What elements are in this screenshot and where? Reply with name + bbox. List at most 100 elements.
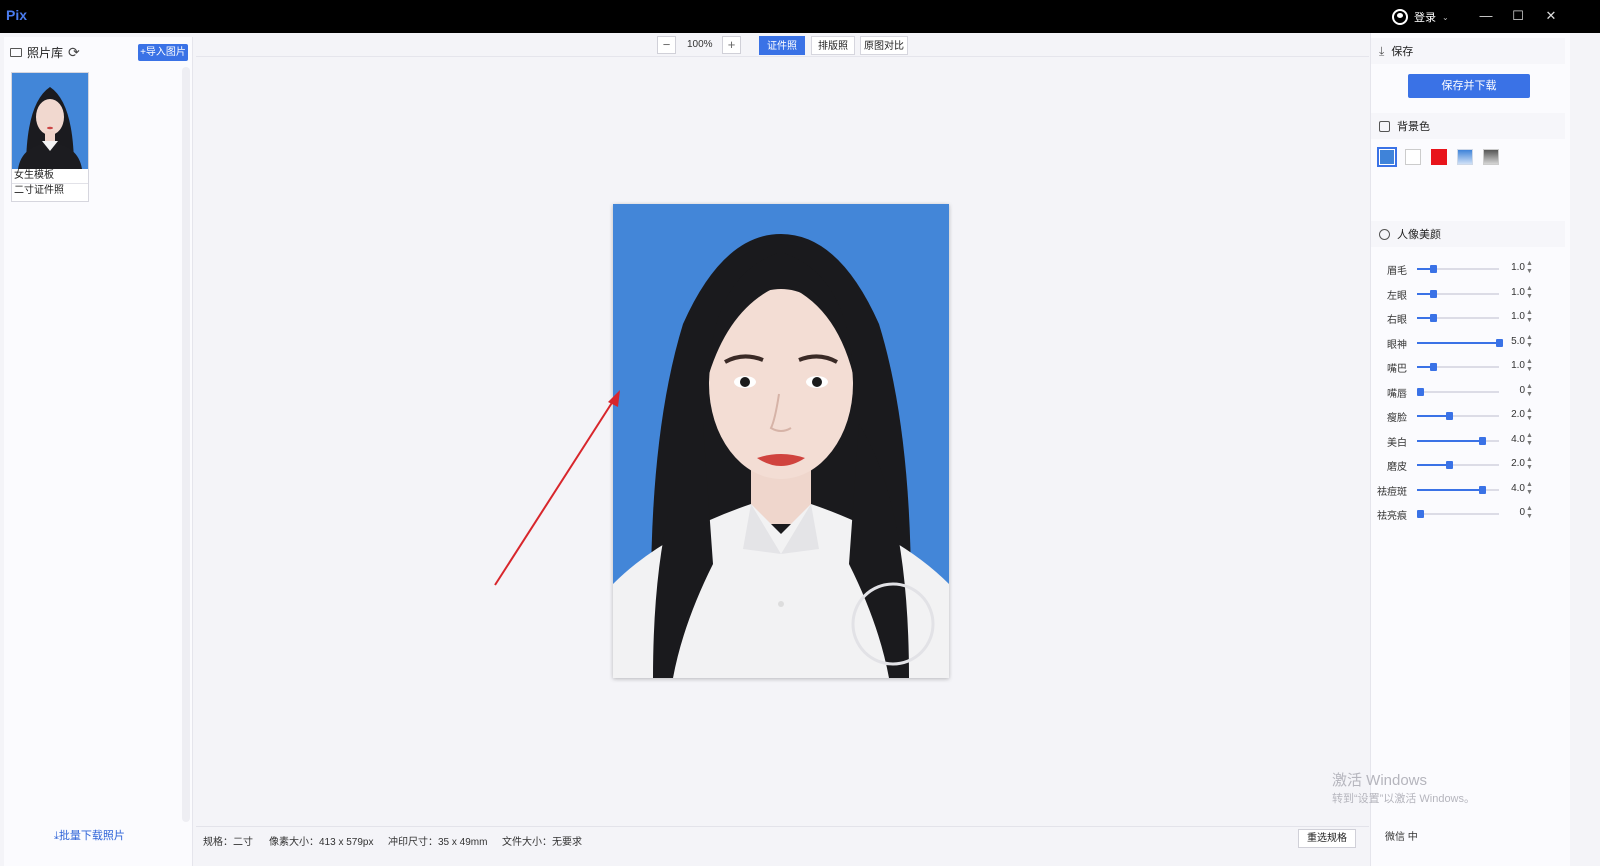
slider-track[interactable] — [1417, 387, 1499, 396]
slider-value[interactable]: 0 — [1509, 385, 1525, 396]
value-stepper[interactable]: ▲ ▼ — [1525, 456, 1534, 472]
slider-row: 嘴唇 0 ▲ ▼ — [1371, 383, 1565, 401]
maximize-button[interactable]: ☐ — [1507, 6, 1529, 26]
windows-activation-notice: 激活 Windows 转到“设置”以激活 Windows。 — [1332, 772, 1475, 808]
slider-value[interactable]: 1.0 — [1509, 360, 1525, 371]
close-button[interactable]: ✕ — [1540, 6, 1562, 26]
login-label: 登录 — [1414, 12, 1436, 24]
file-size-info: 文件大小：无要求 — [502, 837, 582, 848]
value-stepper[interactable]: ▲ ▼ — [1525, 505, 1534, 521]
value-stepper[interactable]: ▲ ▼ — [1525, 432, 1534, 448]
slider-track[interactable] — [1417, 289, 1499, 298]
slider-handle[interactable] — [1429, 363, 1437, 371]
slider-row: 左眼 1.0 ▲ ▼ — [1371, 285, 1565, 303]
photo-library-title: 照片库 — [27, 45, 64, 60]
slider-label: 祛亮痕 — [1377, 511, 1407, 522]
swatch-blue[interactable] — [1377, 147, 1397, 167]
slider-label: 磨皮 — [1387, 462, 1407, 473]
slider-track[interactable] — [1417, 338, 1503, 347]
swatch-white[interactable] — [1405, 149, 1421, 165]
zoom-out-button[interactable]: − — [657, 36, 676, 54]
slider-handle[interactable] — [1446, 412, 1454, 420]
slider-value[interactable]: 0 — [1509, 507, 1525, 518]
value-stepper[interactable]: ▲ ▼ — [1525, 407, 1534, 423]
settings-panel: ⤓ 保存 保存并下载 背景色 人像美颜 眉毛 1.0 ▲ ▼ 左眼 1.0 ▲ ▼ 右眼 1.0 ▲… — [1370, 33, 1570, 866]
slider-track[interactable] — [1417, 510, 1499, 518]
slider-value[interactable]: 1.0 — [1509, 262, 1525, 273]
slider-handle[interactable] — [1446, 461, 1454, 469]
slider-fill — [1417, 341, 1499, 344]
refresh-icon[interactable]: ⟳ — [68, 44, 80, 61]
swatch-red[interactable] — [1431, 149, 1447, 165]
slider-value[interactable]: 1.0 — [1509, 311, 1525, 322]
slider-handle[interactable] — [1429, 265, 1437, 273]
slider-value[interactable]: 1.0 — [1509, 287, 1525, 298]
slider-value[interactable]: 4.0 — [1509, 483, 1525, 494]
slider-value[interactable]: 4.0 — [1509, 434, 1525, 445]
save-and-download-button[interactable]: 保存并下载 — [1408, 74, 1530, 98]
login-menu[interactable]: 登录 ⌄ — [1392, 7, 1449, 27]
portrait-image — [613, 204, 949, 678]
photo-thumbnail-card[interactable]: 女生模板 二寸证件照 — [11, 72, 89, 202]
beauty-section-title: 人像美颜 — [1397, 229, 1441, 241]
slider-handle[interactable] — [1479, 436, 1487, 445]
folder-icon — [10, 47, 22, 57]
download-icon: ⤓ — [1379, 43, 1385, 58]
value-stepper[interactable]: ▲ ▼ — [1525, 309, 1534, 325]
photo-library-panel: 照片库 ⟳ +导入图片 女生模板 二寸证件照 ⤓批量下载照片 — [4, 37, 193, 866]
slider-value[interactable]: 5.0 — [1509, 336, 1525, 347]
value-stepper[interactable]: ▲ ▼ — [1525, 260, 1534, 276]
slider-value[interactable]: 2.0 — [1509, 458, 1525, 469]
zoom-in-button[interactable]: + — [722, 36, 741, 54]
minimize-button[interactable]: — — [1475, 6, 1497, 26]
user-icon — [1392, 9, 1408, 25]
tab-id-photo[interactable]: 证件照 — [759, 36, 805, 55]
slider-handle[interactable] — [1429, 314, 1437, 322]
slider-fill — [1417, 415, 1450, 417]
slider-row: 瘦脸 2.0 ▲ ▼ — [1371, 407, 1565, 425]
slider-handle[interactable] — [1417, 510, 1424, 518]
value-stepper[interactable]: ▲ ▼ — [1525, 383, 1534, 399]
value-stepper[interactable]: ▲ ▼ — [1525, 481, 1534, 497]
thumbnail-name: 女生模板 — [12, 169, 88, 184]
sidebar-scrollbar[interactable] — [182, 67, 190, 822]
id-photo-preview[interactable] — [613, 204, 949, 678]
slider-handle[interactable] — [1479, 485, 1487, 494]
slider-track[interactable] — [1417, 265, 1499, 273]
tab-original-compare[interactable]: 原图对比 — [860, 36, 908, 55]
batch-download-link[interactable]: ⤓批量下载照片 — [54, 827, 125, 843]
value-stepper[interactable]: ▲ ▼ — [1525, 358, 1534, 374]
value-stepper[interactable]: ▲ ▼ — [1525, 285, 1534, 301]
swatch-gradient-blue[interactable] — [1457, 149, 1473, 165]
annotation-arrow — [494, 390, 620, 586]
slider-row: 祛痘斑 4.0 ▲ ▼ — [1371, 481, 1565, 499]
slider-track[interactable] — [1417, 436, 1499, 445]
slider-row: 美白 4.0 ▲ ▼ — [1371, 432, 1565, 450]
slider-track[interactable] — [1417, 461, 1499, 469]
slider-handle[interactable] — [1429, 289, 1437, 298]
value-stepper[interactable]: ▲ ▼ — [1525, 334, 1534, 350]
ime-text: 微信 中 — [1385, 832, 1418, 843]
slider-track[interactable] — [1417, 412, 1499, 420]
swatch-gradient-gray[interactable] — [1483, 149, 1499, 165]
slider-track[interactable] — [1417, 363, 1499, 371]
slider-label: 祛痘斑 — [1377, 486, 1407, 498]
app-logo: Pix — [6, 7, 28, 23]
slider-label: 左眼 — [1387, 290, 1407, 302]
activation-line-2: 转到“设置”以激活 Windows。 — [1332, 793, 1476, 805]
slider-row: 祛亮痕 0 ▲ ▼ — [1371, 505, 1565, 523]
pixel-size-info: 像素大小：413 x 579px — [269, 837, 374, 848]
import-photo-button[interactable]: +导入图片 — [138, 44, 188, 61]
slider-row: 眼神 5.0 ▲ ▼ — [1371, 334, 1565, 352]
slider-label: 眼神 — [1387, 339, 1407, 351]
slider-value[interactable]: 2.0 — [1509, 409, 1525, 420]
slider-track[interactable] — [1417, 314, 1499, 322]
slider-handle[interactable] — [1417, 387, 1424, 396]
tab-layout-photo[interactable]: 排版照 — [811, 36, 855, 55]
slider-label: 嘴唇 — [1387, 388, 1407, 400]
slider-handle[interactable] — [1495, 338, 1503, 347]
portrait-thumbnail — [12, 73, 88, 169]
slider-fill — [1417, 439, 1483, 442]
slider-track[interactable] — [1417, 485, 1499, 494]
reselect-spec-button[interactable]: 重选规格 — [1298, 829, 1356, 848]
